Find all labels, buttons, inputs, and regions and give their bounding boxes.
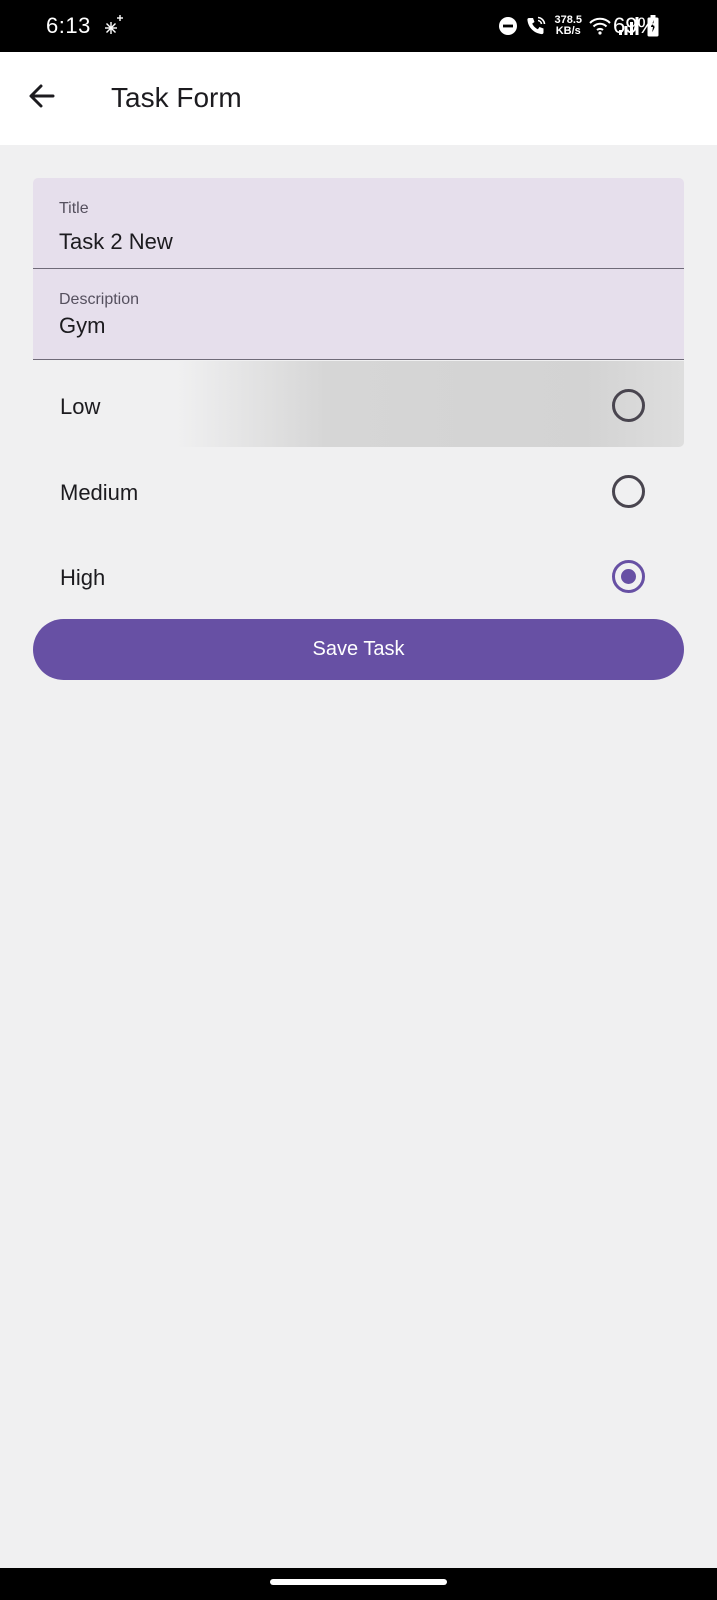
- sparkle-icon: [105, 15, 123, 34]
- status-bar: 6:13 378.5 KB/s 69%: [0, 0, 717, 52]
- status-time: 6:13: [46, 13, 91, 38]
- radio-button-high[interactable]: [612, 560, 645, 593]
- network-speed: 378.5 KB/s: [554, 15, 582, 37]
- dnd-icon: [499, 17, 518, 35]
- description-field[interactable]: Description Gym: [33, 269, 684, 360]
- priority-option-label: Medium: [60, 480, 139, 505]
- wifi-icon: [589, 17, 611, 35]
- description-field-label: Description: [59, 291, 140, 308]
- radio-selected-dot: [621, 569, 636, 584]
- radio-button-medium[interactable]: [612, 475, 645, 508]
- top-app-bar: Task Form: [0, 52, 717, 145]
- radio-button-low[interactable]: [612, 389, 645, 422]
- title-field-label: Title: [59, 200, 89, 217]
- arrow-back-icon: [29, 84, 55, 108]
- home-gesture-handle[interactable]: [270, 1579, 447, 1585]
- title-field[interactable]: Title Task 2 New: [33, 178, 684, 269]
- priority-option-label: High: [60, 565, 106, 590]
- description-field-value[interactable]: Gym: [59, 313, 105, 339]
- priority-option-label: Low: [60, 394, 101, 419]
- navigation-bar: [0, 1568, 717, 1600]
- network-speed-unit: KB/s: [555, 25, 581, 37]
- back-button[interactable]: [18, 72, 66, 120]
- priority-option-low[interactable]: Low: [33, 361, 684, 447]
- page-title: Task Form: [111, 82, 242, 113]
- title-field-value[interactable]: Task 2 New: [59, 229, 173, 255]
- priority-option-high[interactable]: High: [33, 532, 684, 618]
- battery-percentage: 69%: [612, 13, 657, 38]
- priority-option-medium[interactable]: Medium: [33, 447, 684, 533]
- save-task-button[interactable]: Save Task: [33, 619, 684, 680]
- wifi-call-icon: [527, 16, 546, 35]
